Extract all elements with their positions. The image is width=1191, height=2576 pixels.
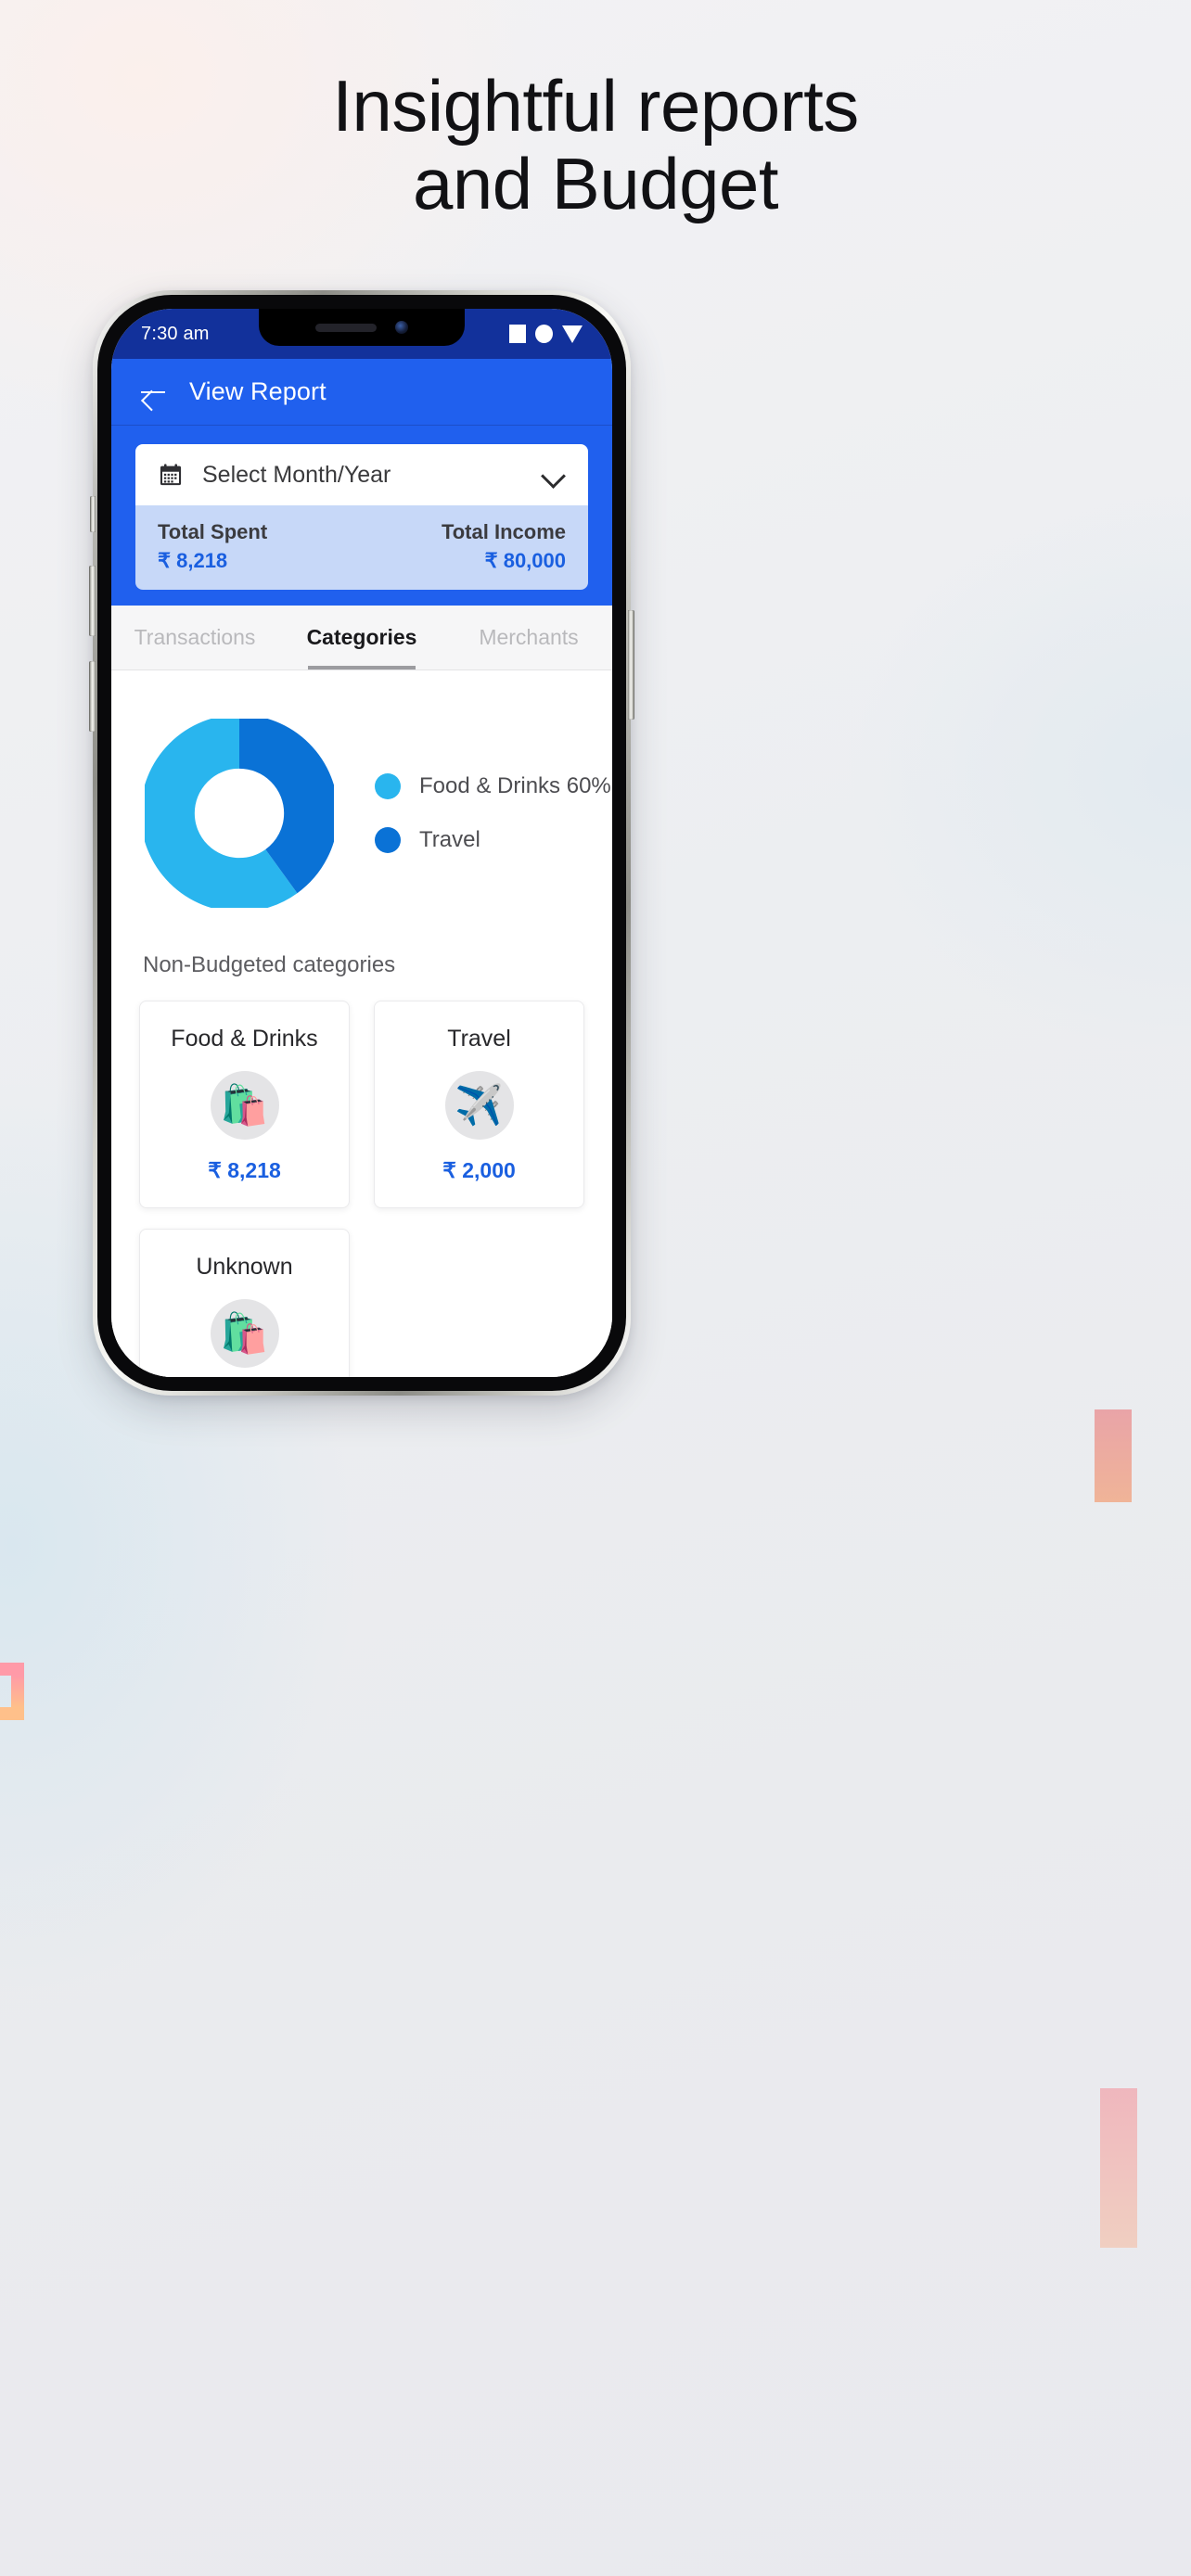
status-bar-time: 7:30 am xyxy=(141,323,210,344)
category-grid-empty-slot xyxy=(374,1229,584,1377)
category-card-grid-second-row: Unknown 🛍️ xyxy=(111,1208,612,1377)
category-amount: ₹ 8,218 xyxy=(208,1158,281,1182)
summary-panel: Select Month/Year Total Spent ₹ 8,218 To… xyxy=(111,426,612,606)
category-card-food-drinks[interactable]: Food & Drinks 🛍️ ₹ 8,218 xyxy=(139,1001,350,1208)
earpiece-speaker-icon xyxy=(315,323,377,332)
legend-item-food-drinks: Food & Drinks 60% xyxy=(375,773,611,799)
status-bar-icons xyxy=(509,325,588,343)
tab-merchants[interactable]: Merchants xyxy=(445,606,612,670)
total-income-value: ₹ 80,000 xyxy=(484,549,566,572)
category-name: Unknown xyxy=(196,1254,293,1280)
front-camera-icon xyxy=(395,321,408,334)
report-tabs: Transactions Categories Merchants xyxy=(111,606,612,670)
status-bar: 7:30 am xyxy=(111,309,612,359)
category-name: Travel xyxy=(447,1026,511,1052)
chevron-down-icon[interactable] xyxy=(542,463,566,487)
phone-notch xyxy=(259,309,465,346)
power-button[interactable] xyxy=(628,610,634,720)
decorative-square-left xyxy=(0,1663,24,1720)
category-card-unknown[interactable]: Unknown 🛍️ xyxy=(139,1229,350,1377)
total-income-block: Total Income ₹ 80,000 xyxy=(442,520,566,573)
total-spent-block: Total Spent ₹ 8,218 xyxy=(158,520,267,573)
legend-label-travel: Travel xyxy=(419,827,480,852)
tab-transactions[interactable]: Transactions xyxy=(111,606,278,670)
phone-mockup: 7:30 am View Report Select Month/Year To… xyxy=(89,290,634,1396)
airplane-icon: ✈️ xyxy=(444,1071,514,1140)
category-amount: ₹ 2,000 xyxy=(442,1158,516,1182)
calendar-icon xyxy=(158,462,184,488)
volume-up-button[interactable] xyxy=(89,566,96,636)
phone-body: 7:30 am View Report Select Month/Year To… xyxy=(97,295,626,1391)
legend-dot-travel xyxy=(375,827,401,853)
circle-icon xyxy=(535,325,553,343)
total-income-label: Total Income xyxy=(441,520,566,543)
app-bar-title: View Report xyxy=(189,377,327,405)
totals-row: Total Spent ₹ 8,218 Total Income ₹ 80,00… xyxy=(135,505,588,590)
silent-switch-button[interactable] xyxy=(90,496,96,532)
phone-screen: 7:30 am View Report Select Month/Year To… xyxy=(111,309,612,1377)
groceries-icon: 🛍️ xyxy=(210,1299,279,1368)
legend-dot-food-drinks xyxy=(375,773,401,799)
month-year-label: Select Month/Year xyxy=(202,461,391,488)
groceries-icon: 🛍️ xyxy=(210,1071,279,1140)
month-year-selector[interactable]: Select Month/Year xyxy=(135,444,588,505)
legend-label-food-drinks: Food & Drinks 60% xyxy=(419,773,611,798)
total-spent-label: Total Spent xyxy=(158,520,268,543)
chart-legend: Food & Drinks 60% Travel xyxy=(375,773,611,853)
square-icon xyxy=(509,325,526,343)
volume-down-button[interactable] xyxy=(89,661,96,732)
donut-slice-travel xyxy=(145,719,334,908)
decorative-bar-right-lower xyxy=(1100,2088,1137,2248)
non-budgeted-title: Non-Budgeted categories xyxy=(111,936,612,978)
app-bar: View Report xyxy=(111,359,612,426)
decorative-bar-right-upper xyxy=(1095,1409,1132,1502)
category-card-grid: Food & Drinks 🛍️ ₹ 8,218 Travel ✈️ ₹ 2,0… xyxy=(111,978,612,1208)
category-donut-chart xyxy=(145,719,334,908)
headline-line-2: and Budget xyxy=(412,143,779,225)
legend-item-travel: Travel xyxy=(375,827,611,853)
category-card-travel[interactable]: Travel ✈️ ₹ 2,000 xyxy=(374,1001,584,1208)
tab-categories[interactable]: Categories xyxy=(278,606,445,670)
triangle-down-icon xyxy=(562,325,583,343)
categories-chart-area: Food & Drinks 60% Travel xyxy=(111,670,612,936)
total-spent-value: ₹ 8,218 xyxy=(158,549,228,572)
headline-line-1: Insightful reports xyxy=(332,65,859,147)
arrow-left-icon[interactable] xyxy=(139,378,167,406)
page-title: Insightful reports and Budget xyxy=(0,67,1191,223)
category-name: Food & Drinks xyxy=(171,1026,318,1052)
